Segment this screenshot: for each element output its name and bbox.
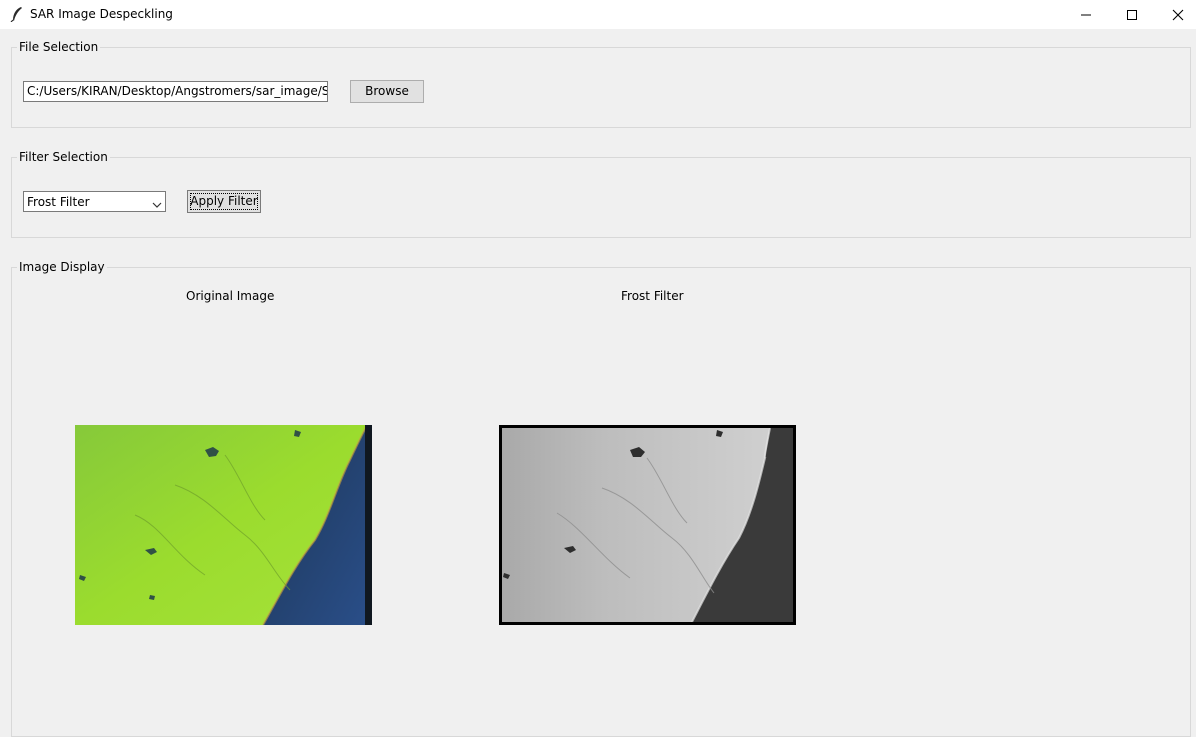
file-path-input[interactable]: C:/Users/KIRAN/Desktop/Angstromers/sar_i…: [23, 81, 328, 102]
filter-select-value: Frost Filter: [27, 195, 90, 209]
original-image-caption: Original Image: [186, 289, 275, 303]
maximize-icon: [1127, 10, 1137, 20]
filtered-image-caption: Frost Filter: [621, 289, 684, 303]
filter-select[interactable]: Frost Filter: [23, 191, 166, 212]
minimize-button[interactable]: [1063, 0, 1109, 29]
title-bar: SAR Image Despeckling: [0, 0, 1196, 29]
filtered-image: [499, 425, 796, 625]
file-selection-legend: File Selection: [17, 40, 101, 54]
apply-filter-button[interactable]: Apply Filter: [187, 190, 261, 213]
feather-icon: [10, 6, 24, 23]
filter-selection-legend: Filter Selection: [17, 150, 110, 164]
maximize-button[interactable]: [1109, 0, 1155, 29]
image-display-legend: Image Display: [17, 260, 107, 274]
chevron-down-icon: [152, 198, 162, 212]
window-title: SAR Image Despeckling: [30, 7, 173, 21]
browse-button[interactable]: Browse: [350, 80, 424, 103]
original-image: [75, 425, 372, 625]
close-icon: [1172, 9, 1184, 21]
focus-ring: [190, 193, 258, 210]
minimize-icon: [1081, 14, 1091, 16]
close-button[interactable]: [1155, 0, 1196, 29]
